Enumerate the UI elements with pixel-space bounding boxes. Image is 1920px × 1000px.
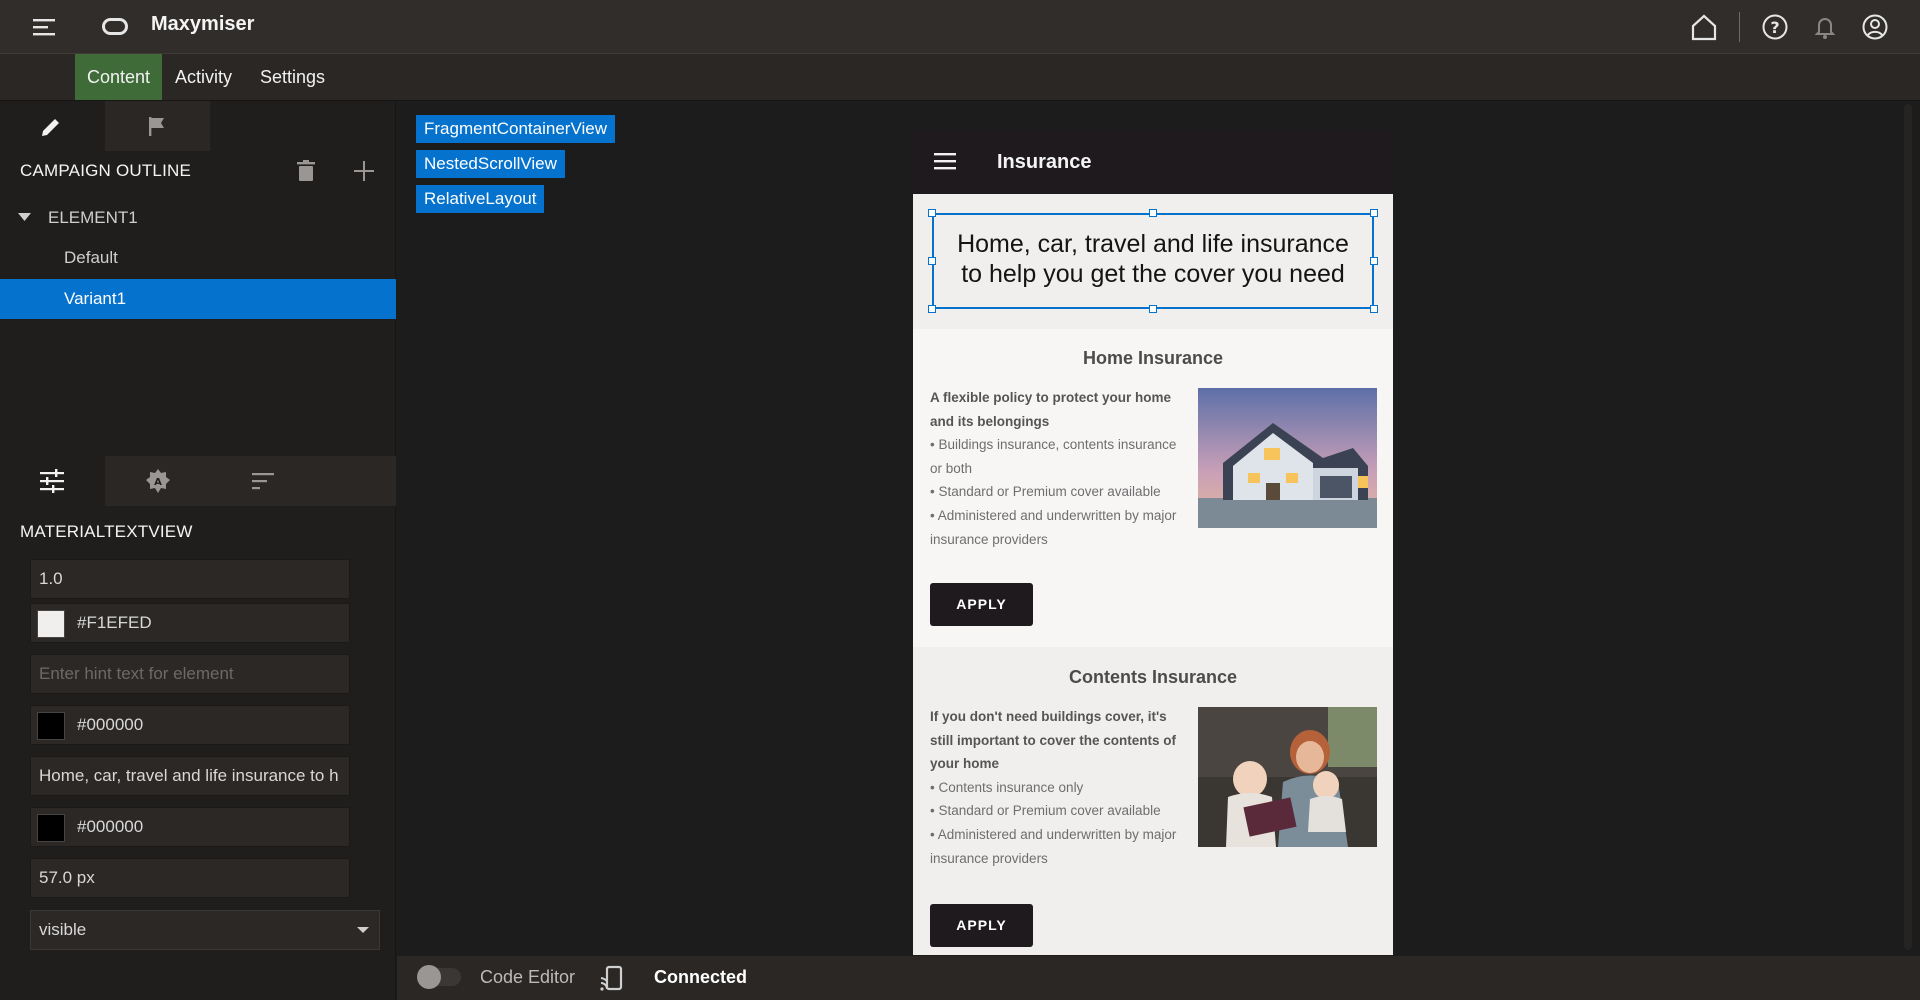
pencil-icon [42, 119, 59, 136]
tab-attributes[interactable] [0, 456, 105, 506]
hint-color-field[interactable]: #000000 [30, 705, 350, 745]
bottom-bar: Code Editor Connected [397, 956, 1920, 1000]
user-profile-icon[interactable] [1860, 12, 1890, 42]
home-insurance-bullet: • Standard or Premium cover available [930, 484, 1161, 500]
contents-insurance-bullet: • Administered and underwritten by major… [930, 826, 1177, 866]
home-insurance-bullet: • Administered and underwritten by major… [930, 507, 1177, 547]
contents-insurance-lead: If you don't need buildings cover, it's … [930, 709, 1177, 772]
selection-handle[interactable] [1370, 257, 1378, 265]
selection-handle[interactable] [1370, 209, 1378, 217]
device-preview: Insurance Home, car, travel and life ins… [913, 130, 1393, 955]
canvas-scrollbar[interactable] [1904, 104, 1912, 950]
oracle-logo [102, 18, 128, 35]
text-field[interactable] [30, 756, 350, 796]
tab-settings[interactable]: Settings [248, 54, 337, 100]
selection-handle[interactable] [928, 209, 936, 217]
preview-toolbar: Insurance [913, 130, 1393, 194]
tree-variant-default[interactable]: Default [0, 238, 396, 278]
alpha-field[interactable] [30, 559, 350, 599]
hint-color-value: #000000 [77, 715, 144, 734]
hint-text-input[interactable] [39, 655, 349, 693]
campaign-outline-heading: CAMPAIGN OUTLINE [20, 161, 192, 180]
app-title: Maxymiser [151, 13, 255, 35]
preview-menu-icon[interactable] [934, 152, 958, 172]
contents-insurance-bullet: • Contents insurance only [930, 779, 1084, 795]
home-insurance-bullet: • Buildings insurance, contents insuranc… [930, 437, 1177, 476]
toggle-knob [417, 965, 441, 989]
hierarchy-fragmentcontainerview[interactable]: FragmentContainerView [416, 115, 615, 143]
home-insurance-description: A flexible policy to protect your home a… [930, 386, 1192, 551]
headline-text: Home, car, travel and life insurance to … [957, 230, 1349, 288]
add-icon[interactable] [351, 158, 377, 184]
dropdown-arrow-icon [357, 927, 369, 933]
notification-bell-icon[interactable] [1810, 12, 1840, 42]
delete-icon[interactable] [293, 158, 319, 184]
sort-icon [252, 473, 274, 490]
code-editor-label: Code Editor [480, 967, 576, 987]
variant-default-label: Default [64, 248, 118, 267]
contents-insurance-description: If you don't need buildings cover, it's … [930, 705, 1192, 870]
cast-device-icon[interactable] [599, 965, 625, 993]
home-insurance-apply-button[interactable]: APPLY [930, 583, 1033, 626]
tab-goals[interactable] [105, 101, 210, 151]
selection-handle[interactable] [928, 305, 936, 313]
home-insurance-title: Home Insurance [1082, 348, 1224, 368]
tab-content[interactable]: Content [75, 54, 163, 100]
toolbar-divider [1739, 12, 1740, 42]
home-insurance-lead: A flexible policy to protect your home a… [930, 390, 1172, 429]
left-panel: CAMPAIGN OUTLINE ELEMENT1 Default Varian… [0, 101, 396, 1000]
badge-icon: A [146, 469, 170, 493]
hint-text-field[interactable] [30, 654, 350, 694]
text-color-value: #000000 [77, 817, 144, 836]
contents-insurance-title: Contents Insurance [1068, 667, 1238, 687]
hint-color-swatch[interactable] [37, 712, 65, 740]
tree-variant-variant1[interactable]: Variant1 [0, 279, 396, 319]
tab-style[interactable]: A [105, 456, 210, 506]
svg-text:A: A [154, 477, 162, 488]
house-image [1198, 388, 1377, 528]
text-size-input[interactable] [39, 859, 349, 897]
selected-headline-text[interactable]: Home, car, travel and life insurance to … [932, 213, 1374, 309]
selection-handle[interactable] [1370, 305, 1378, 313]
hierarchy-relativelayout[interactable]: RelativeLayout [416, 185, 545, 213]
tree-element1[interactable]: ELEMENT1 [0, 198, 396, 238]
flag-icon [149, 117, 164, 136]
caret-down-icon [18, 213, 31, 221]
visibility-select[interactable]: visible [30, 910, 380, 950]
home-icon[interactable] [1689, 12, 1719, 42]
top-bar: Maxymiser ? [0, 0, 1920, 54]
text-size-field[interactable] [30, 858, 350, 898]
background-color-field[interactable]: #F1EFED [30, 603, 350, 643]
tab-activity[interactable]: Activity [163, 54, 244, 100]
tab-edit[interactable] [0, 101, 105, 151]
text-color-swatch[interactable] [37, 814, 65, 842]
contents-insurance-apply-button[interactable]: APPLY [930, 904, 1033, 947]
sliders-icon [40, 469, 64, 493]
text-input[interactable] [39, 757, 349, 795]
code-editor-toggle[interactable] [417, 965, 461, 989]
hamburger-menu-icon[interactable] [30, 12, 60, 42]
selection-handle[interactable] [928, 257, 936, 265]
background-color-swatch[interactable] [37, 610, 65, 638]
svg-text:?: ? [1770, 18, 1779, 37]
hierarchy-nestedscrollview[interactable]: NestedScrollView [416, 150, 565, 178]
connection-status: Connected [654, 967, 748, 987]
properties-heading: MATERIALTEXTVIEW [20, 522, 193, 541]
element1-label: ELEMENT1 [48, 208, 138, 227]
background-color-value: #F1EFED [77, 613, 152, 632]
selection-handle[interactable] [1149, 305, 1157, 313]
variant1-label: Variant1 [64, 289, 127, 308]
preview-toolbar-title: Insurance [997, 151, 1092, 173]
contents-insurance-bullet: • Standard or Premium cover available [930, 803, 1161, 819]
selection-handle[interactable] [1149, 209, 1157, 217]
main-menu-bar: Content Activity Settings [0, 54, 1920, 101]
visibility-value: visible [39, 920, 87, 939]
text-color-field[interactable]: #000000 [30, 807, 350, 847]
family-image [1198, 707, 1377, 847]
tab-sort[interactable] [210, 456, 315, 506]
alpha-input[interactable] [39, 560, 349, 598]
help-icon[interactable]: ? [1760, 12, 1790, 42]
